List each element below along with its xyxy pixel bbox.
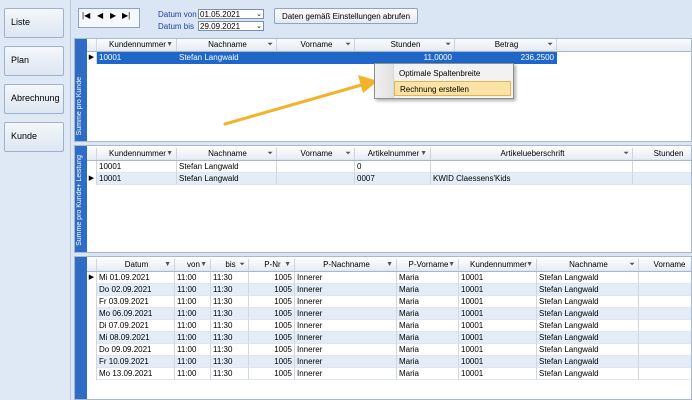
menu-gutter (375, 64, 394, 98)
callout-arrow-icon (223, 75, 378, 126)
context-menu: Optimale Spaltenbreite Rechnung erstelle… (374, 63, 514, 99)
menu-item-rechnung-erstellen[interactable]: Rechnung erstellen (394, 81, 511, 96)
menu-item-optimale-spaltenbreite[interactable]: Optimale Spaltenbreite (394, 66, 511, 81)
